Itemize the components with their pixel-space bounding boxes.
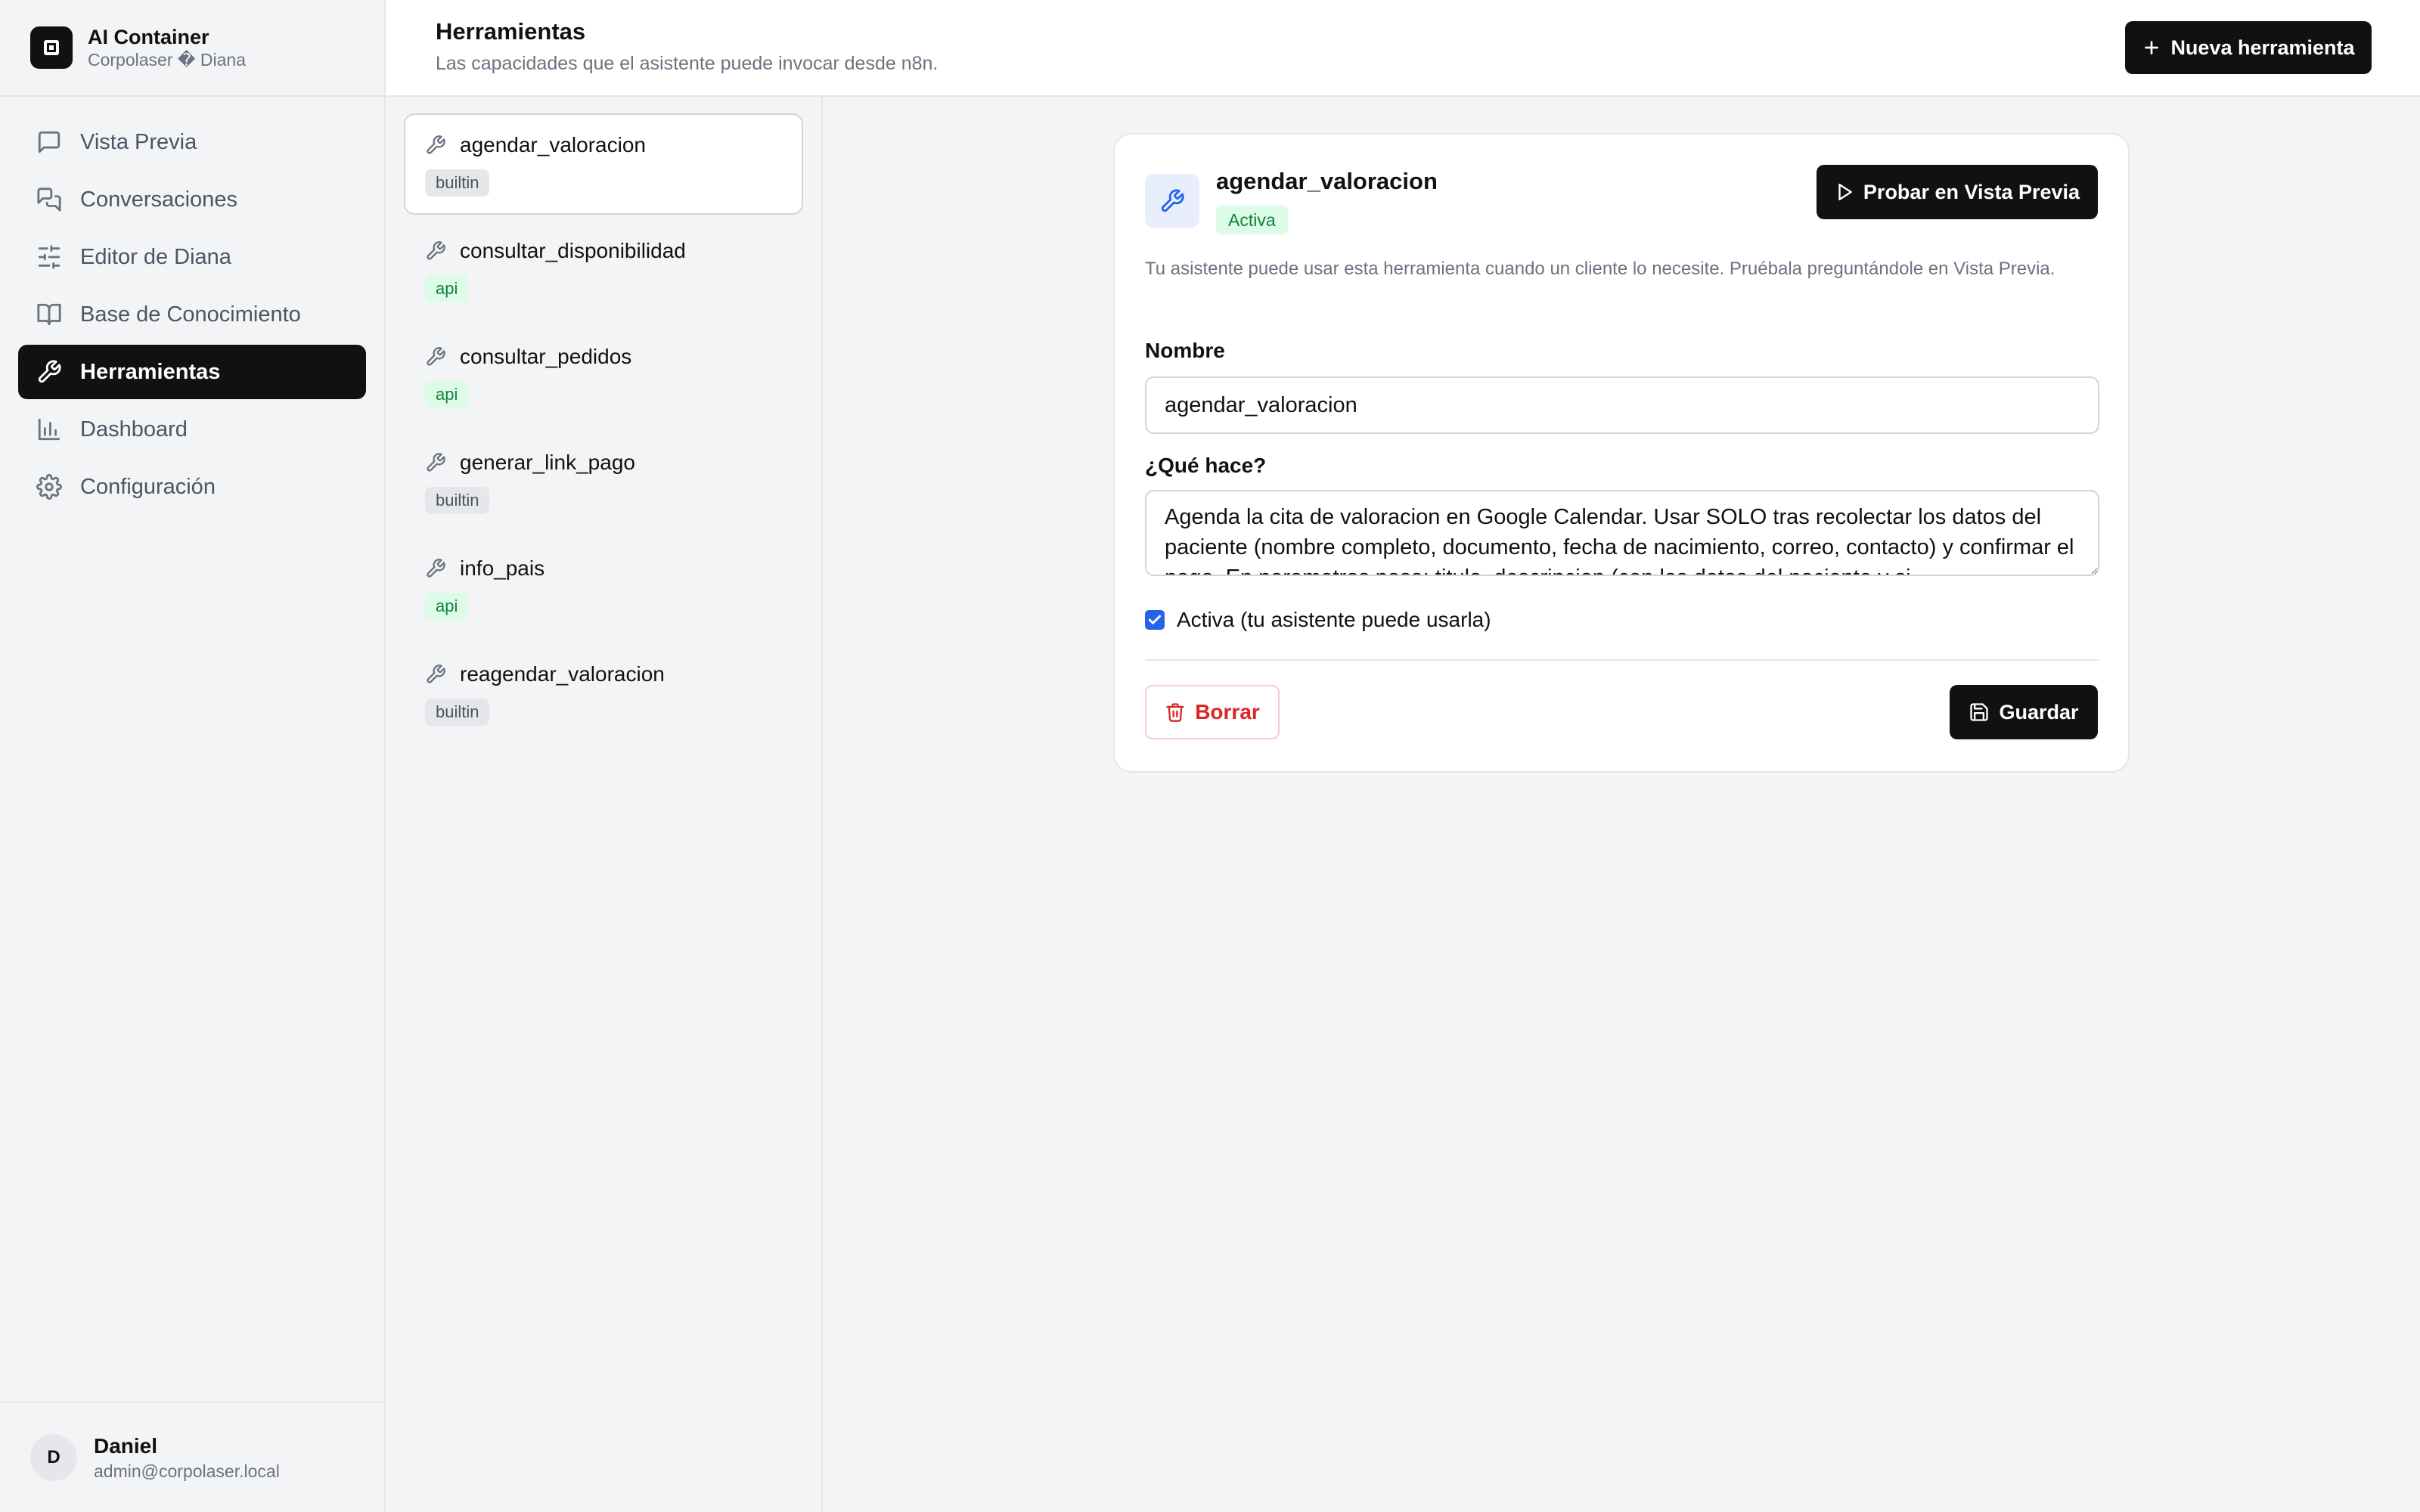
wrench-icon	[427, 453, 445, 472]
wrench-icon	[427, 559, 445, 578]
brand-subtitle: Corpolaser � Diana	[88, 50, 246, 70]
trash-icon	[1166, 703, 1184, 722]
active-checkbox-label: Activa (tu asistente puede usarla)	[1177, 608, 1491, 631]
user-email: admin@corpolaser.local	[94, 1461, 280, 1481]
status-badge: Activa	[1216, 206, 1288, 234]
sidebar-nav: Vista Previa Conversaciones Editor de Di…	[0, 97, 384, 535]
active-checkbox[interactable]	[1145, 610, 1165, 630]
tool-type-badge: api	[425, 381, 469, 408]
test-in-preview-label: Probar en Vista Previa	[1863, 180, 2080, 203]
sidebar-item-herramientas[interactable]: Herramientas	[18, 345, 366, 399]
wrench-icon	[427, 135, 445, 154]
sidebar-item-vista-previa[interactable]: Vista Previa	[18, 115, 366, 169]
sidebar-item-dashboard[interactable]: Dashboard	[18, 402, 366, 457]
brand: AI Container Corpolaser � Diana	[0, 0, 384, 97]
tool-name: reagendar_valoracion	[460, 662, 665, 686]
tool-detail-title: agendar_valoracion	[1216, 168, 1438, 194]
sidebar-item-label: Herramientas	[80, 359, 221, 384]
bar-chart-icon	[38, 418, 60, 441]
tool-type-badge: builtin	[425, 169, 490, 197]
name-input[interactable]	[1145, 376, 2099, 434]
what-textarea[interactable]: Agenda la cita de valoracion en Google C…	[1145, 490, 2099, 576]
page-subtitle: Las capacidades que el asistente puede i…	[436, 53, 939, 74]
tool-list-item[interactable]: consultar_disponibilidad api	[404, 219, 803, 321]
wrench-icon	[1145, 174, 1199, 228]
delete-button-label: Borrar	[1195, 700, 1260, 723]
test-in-preview-button[interactable]: Probar en Vista Previa	[1817, 165, 2098, 219]
save-icon	[1970, 703, 1989, 721]
tool-list-item[interactable]: consultar_pedidos api	[404, 325, 803, 426]
gear-icon	[36, 474, 62, 500]
wrench-icon	[427, 665, 445, 683]
sidebar-item-label: Conversaciones	[80, 187, 237, 212]
tool-name: consultar_pedidos	[460, 345, 632, 368]
sidebar-item-configuracion[interactable]: Configuración	[18, 460, 366, 514]
user-name: Daniel	[94, 1434, 158, 1458]
sliders-icon	[38, 245, 60, 269]
play-icon	[1838, 184, 1852, 200]
user-profile[interactable]: D Daniel admin@corpolaser.local	[0, 1402, 384, 1512]
tool-list-item[interactable]: reagendar_valoracion builtin	[404, 643, 803, 744]
sidebar-item-conversaciones[interactable]: Conversaciones	[18, 172, 366, 227]
what-label: ¿Qué hace?	[1145, 454, 1267, 477]
tool-list: agendar_valoracion builtin consultar_dis…	[386, 97, 823, 1512]
tool-type-badge: builtin	[425, 699, 490, 726]
wrench-icon	[427, 241, 445, 260]
messages-icon	[37, 187, 61, 212]
message-square-icon	[38, 131, 60, 153]
page-header: Herramientas Las capacidades que el asis…	[386, 0, 2420, 97]
sidebar-item-label: Base de Conocimiento	[80, 302, 301, 327]
tool-type-badge: api	[425, 275, 469, 302]
book-icon	[37, 303, 61, 326]
sidebar-item-base-de-conocimiento[interactable]: Base de Conocimiento	[18, 287, 366, 342]
name-label: Nombre	[1145, 339, 1225, 362]
new-tool-button[interactable]: Nueva herramienta	[2125, 21, 2372, 74]
tool-list-item[interactable]: generar_link_pago builtin	[404, 431, 803, 532]
tool-name: agendar_valoracion	[460, 133, 646, 156]
sidebar-item-label: Vista Previa	[80, 129, 197, 154]
sidebar: AI Container Corpolaser � Diana Vista Pr…	[0, 0, 386, 1512]
tool-name: consultar_disponibilidad	[460, 239, 686, 262]
wrench-icon	[38, 360, 61, 383]
save-button-label: Guardar	[1999, 700, 2079, 723]
tool-detail-description: Tu asistente puede usar esta herramienta…	[1145, 259, 2055, 279]
divider	[1145, 659, 2099, 661]
plus-icon	[2145, 41, 2159, 54]
sidebar-item-label: Editor de Diana	[80, 244, 231, 269]
tool-type-badge: builtin	[425, 487, 490, 514]
app-logo-icon	[30, 26, 73, 69]
sidebar-item-label: Configuración	[80, 474, 216, 499]
wrench-icon	[427, 347, 445, 366]
check-icon	[1148, 615, 1162, 624]
sidebar-item-label: Dashboard	[80, 417, 188, 442]
save-button[interactable]: Guardar	[1950, 685, 2098, 739]
delete-button[interactable]: Borrar	[1145, 685, 1280, 739]
avatar: D	[30, 1434, 77, 1481]
new-tool-button-label: Nueva herramienta	[2170, 36, 2355, 59]
active-checkbox-row[interactable]: Activa (tu asistente puede usarla)	[1145, 608, 1491, 632]
page-title: Herramientas	[436, 18, 586, 45]
tool-name: info_pais	[460, 556, 545, 580]
tool-list-item[interactable]: info_pais api	[404, 537, 803, 638]
sidebar-item-editor-de-diana[interactable]: Editor de Diana	[18, 230, 366, 284]
brand-title: AI Container	[88, 26, 209, 48]
tool-detail-card: agendar_valoracion Activa Probar en Vist…	[1113, 133, 2130, 773]
tool-type-badge: api	[425, 593, 469, 620]
tool-list-item[interactable]: agendar_valoracion builtin	[404, 113, 803, 215]
tool-name: generar_link_pago	[460, 451, 635, 474]
